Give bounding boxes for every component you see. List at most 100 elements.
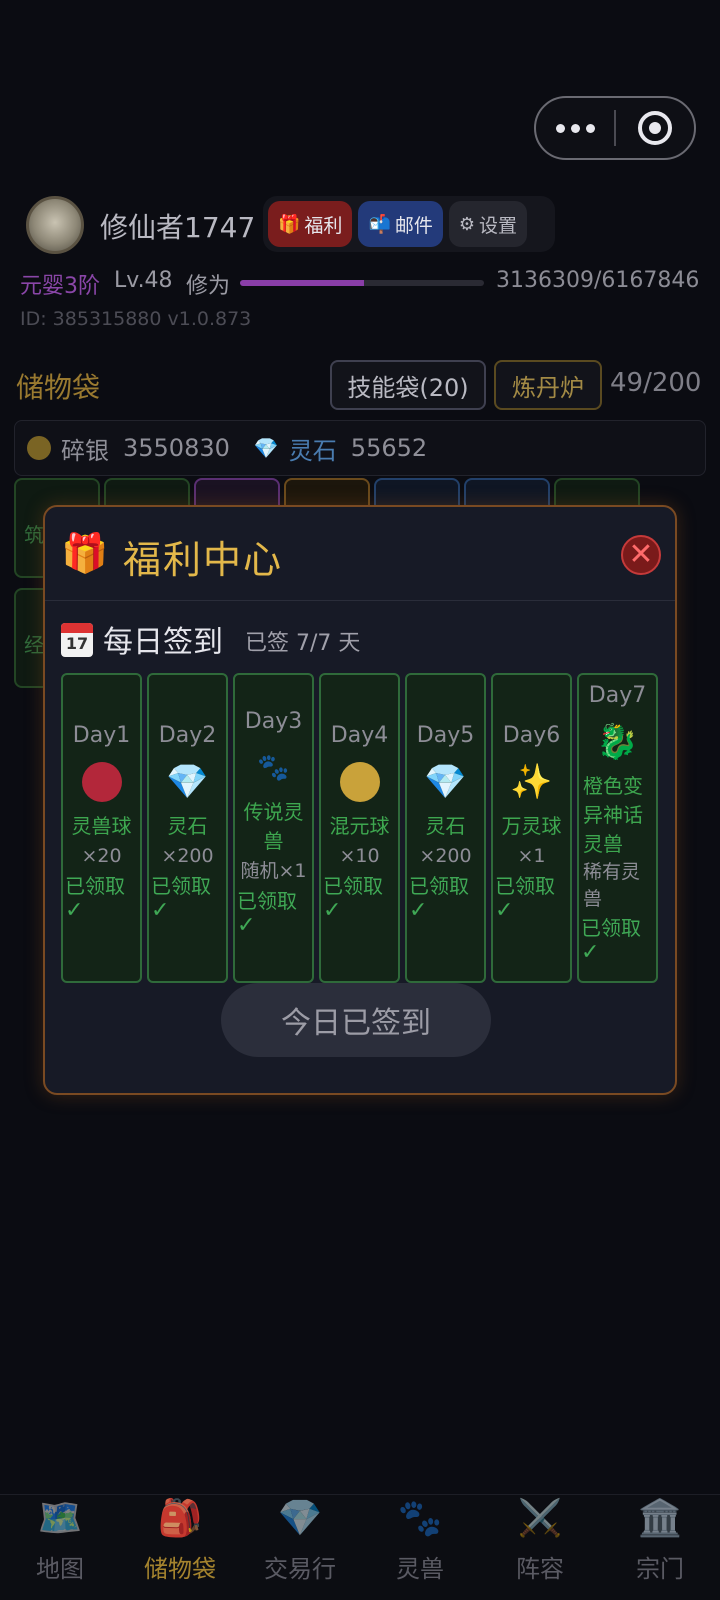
nav-label: 灵兽 bbox=[396, 1555, 444, 1583]
diamond-icon: 💎 bbox=[253, 436, 279, 460]
more-dots-icon[interactable] bbox=[536, 123, 614, 133]
nav-beast[interactable]: 🐾 灵兽 bbox=[360, 1495, 480, 1600]
day-name: Day3 bbox=[244, 709, 303, 734]
nav-label: 地图 bbox=[36, 1555, 84, 1583]
coin-icon bbox=[27, 436, 51, 460]
day-prize: 灵石 bbox=[167, 814, 208, 838]
settings-label: 设置 bbox=[479, 214, 518, 237]
header-buttons: 🎁 福利 📬 邮件 ⚙ 设置 bbox=[263, 196, 555, 252]
day-status: 已领取 bbox=[65, 874, 125, 898]
username: 修仙者1747 bbox=[100, 211, 256, 244]
calendar-icon: 17 bbox=[61, 623, 93, 657]
welfare-button[interactable]: 🎁 福利 bbox=[268, 201, 353, 247]
level-text: Lv.48 bbox=[114, 268, 173, 293]
xp-progress-fill bbox=[240, 280, 365, 286]
day-card-2[interactable]: Day2 💎 灵石 ×200 已领取 ✓ bbox=[147, 673, 228, 983]
realm-text: 元婴3阶 bbox=[20, 274, 100, 299]
day-card-1[interactable]: Day1 灵兽球 ×20 已领取 ✓ bbox=[61, 673, 142, 983]
close-button[interactable]: ✕ bbox=[621, 535, 661, 575]
day-qty: ×20 bbox=[81, 845, 122, 867]
bottom-nav: 🗺️ 地图 🎒 储物袋 💎 交易行 🐾 灵兽 ⚔️ 阵容 🏛️ 宗门 bbox=[0, 1494, 720, 1600]
red-ball-icon bbox=[81, 760, 122, 804]
day-prize: 混元球 bbox=[329, 814, 390, 838]
bag-slot-label: 经 bbox=[24, 633, 44, 657]
signed-today-button[interactable]: 今日已签到 bbox=[221, 983, 491, 1057]
sign-status: 已签 7/7 天 bbox=[245, 631, 361, 656]
target-circle-icon[interactable] bbox=[616, 111, 694, 145]
day-qty: 稀有灵兽 bbox=[583, 861, 641, 910]
day-name: Day2 bbox=[158, 723, 217, 748]
day-status: 已领取 bbox=[151, 874, 211, 898]
close-icon: ✕ bbox=[628, 537, 654, 572]
settings-button[interactable]: ⚙ 设置 bbox=[448, 201, 528, 247]
nav-trade[interactable]: 💎 交易行 bbox=[240, 1495, 360, 1600]
day-status: 已领取 bbox=[495, 874, 555, 898]
nav-label: 交易行 bbox=[264, 1555, 336, 1583]
modal-header: 🎁 福利中心 ✕ bbox=[45, 507, 675, 601]
nav-label: 储物袋 bbox=[144, 1555, 216, 1583]
day-name: Day4 bbox=[330, 723, 389, 748]
gear-icon: ⚙ bbox=[458, 213, 476, 235]
day-card-4[interactable]: Day4 混元球 ×10 已领取 ✓ bbox=[319, 673, 400, 983]
miniprogram-capsule bbox=[534, 96, 696, 160]
day-name: Day5 bbox=[416, 723, 475, 748]
diamond-icon: 💎 bbox=[424, 762, 467, 802]
gift-icon: 🎁 bbox=[61, 531, 109, 575]
nav-label: 宗门 bbox=[636, 1555, 684, 1583]
day-prize: 橙色变异神话灵兽 bbox=[583, 774, 643, 856]
day-card-3[interactable]: Day3 🐾 传说灵兽 随机×1 已领取 ✓ bbox=[233, 673, 314, 983]
day-status: 已领取 bbox=[409, 874, 469, 898]
stone-value: 55652 bbox=[350, 434, 428, 462]
bag-slot-label: 筑 bbox=[24, 523, 44, 547]
day-card-5[interactable]: Day5 💎 灵石 ×200 已领取 ✓ bbox=[405, 673, 486, 983]
day-card-6[interactable]: Day6 ✨ 万灵球 ×1 已领取 ✓ bbox=[491, 673, 572, 983]
avatar[interactable] bbox=[26, 196, 84, 254]
silver-value: 3550830 bbox=[123, 434, 230, 462]
day-status: 已领取 bbox=[323, 874, 383, 898]
gold-ball-icon bbox=[339, 760, 380, 804]
mail-button[interactable]: 📬 邮件 bbox=[358, 201, 443, 247]
xiuwei-label: 修为 bbox=[186, 274, 231, 299]
gift-icon: 🎁 bbox=[278, 213, 301, 235]
bag-capacity: 49/200 bbox=[610, 368, 702, 398]
currency-bar: 碎银 3550830 💎 灵石 55652 bbox=[14, 420, 706, 476]
day-status: 已领取 bbox=[581, 916, 641, 940]
id-version-text: ID: 385315880 v1.0.873 bbox=[20, 308, 252, 330]
check-icon: ✓ bbox=[323, 898, 342, 923]
sparkles-icon: ✨ bbox=[510, 762, 553, 802]
nav-bag[interactable]: 🎒 储物袋 bbox=[120, 1495, 240, 1600]
stone-label: 灵石 bbox=[288, 436, 337, 465]
day-qty: ×200 bbox=[161, 845, 214, 867]
day-card-7[interactable]: Day7 🐉 橙色变异神话灵兽 稀有灵兽 已领取 ✓ bbox=[577, 673, 658, 983]
welfare-label: 福利 bbox=[304, 214, 343, 237]
check-icon: ✓ bbox=[65, 898, 84, 923]
check-icon: ✓ bbox=[495, 898, 514, 923]
day-name: Day6 bbox=[502, 723, 561, 748]
nav-map[interactable]: 🗺️ 地图 bbox=[0, 1495, 120, 1600]
diamond-icon: 💎 bbox=[277, 1498, 323, 1539]
day-status: 已领取 bbox=[237, 889, 297, 913]
check-icon: ✓ bbox=[581, 940, 600, 965]
mailbox-icon: 📬 bbox=[368, 213, 391, 235]
bag-title: 储物袋 bbox=[16, 371, 101, 404]
nav-sect[interactable]: 🏛️ 宗门 bbox=[600, 1495, 720, 1600]
daily-sign-title: 每日签到 bbox=[103, 625, 223, 660]
day-qty: 随机×1 bbox=[240, 860, 307, 882]
crossed-swords-icon: ⚔️ bbox=[517, 1498, 563, 1539]
check-icon: ✓ bbox=[151, 898, 170, 923]
xp-progress-bar bbox=[240, 280, 484, 286]
paw-icon: 🐾 bbox=[257, 753, 290, 783]
map-icon: 🗺️ bbox=[37, 1498, 83, 1539]
nav-label: 阵容 bbox=[516, 1555, 564, 1583]
alchemy-button[interactable]: 炼丹炉 bbox=[494, 360, 602, 410]
check-icon: ✓ bbox=[237, 913, 256, 938]
temple-icon: 🏛️ bbox=[637, 1498, 683, 1539]
sign-days-row: Day1 灵兽球 ×20 已领取 ✓ Day2 💎 灵石 ×200 已领取 ✓ … bbox=[61, 673, 658, 983]
diamond-icon: 💎 bbox=[166, 762, 209, 802]
skill-bag-button[interactable]: 技能袋(20) bbox=[330, 360, 486, 410]
day-qty: ×10 bbox=[339, 845, 380, 867]
backpack-icon: 🎒 bbox=[157, 1498, 203, 1539]
nav-lineup[interactable]: ⚔️ 阵容 bbox=[480, 1495, 600, 1600]
dragon-icon: 🐉 bbox=[596, 722, 639, 762]
day-qty: ×200 bbox=[419, 845, 472, 867]
